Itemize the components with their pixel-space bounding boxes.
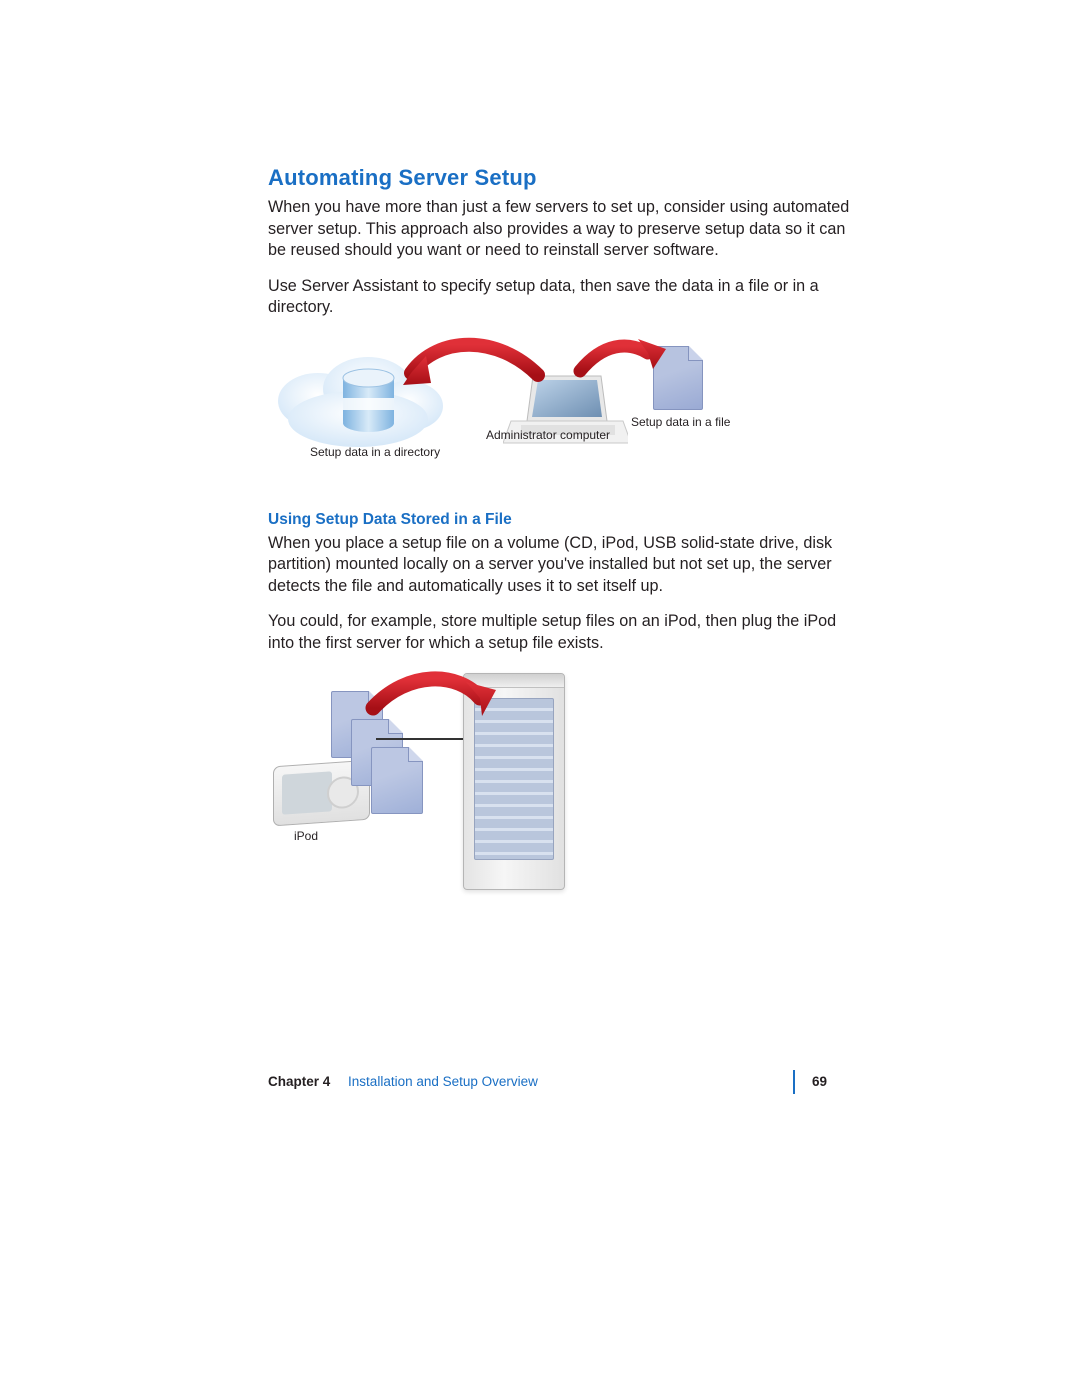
footer-divider bbox=[793, 1070, 795, 1094]
footer-title: Installation and Setup Overview bbox=[348, 1074, 538, 1089]
paragraph-file-2: You could, for example, store multiple s… bbox=[268, 611, 858, 654]
label-ipod: iPod bbox=[294, 829, 318, 843]
page-content: Automating Server Setup When you have mo… bbox=[268, 165, 858, 928]
label-setup-directory: Setup data in a directory bbox=[310, 445, 440, 459]
file-fold-corner-icon bbox=[688, 346, 703, 361]
heading-automating-server-setup: Automating Server Setup bbox=[268, 165, 858, 191]
database-icon bbox=[341, 368, 396, 433]
figure-ipod-to-server: iPod bbox=[268, 668, 858, 928]
heading-using-setup-data-file: Using Setup Data Stored in a File bbox=[268, 511, 858, 529]
paragraph-intro-2: Use Server Assistant to specify setup da… bbox=[268, 276, 858, 319]
footer-page-number: 69 bbox=[812, 1074, 827, 1089]
server-rack-icon bbox=[463, 673, 565, 890]
figure-setup-data-flow: Setup data in a directory Administrator … bbox=[268, 333, 858, 493]
label-admin-computer: Administrator computer bbox=[486, 428, 610, 442]
paragraph-intro-1: When you have more than just a few serve… bbox=[268, 197, 858, 262]
cable-icon bbox=[376, 738, 471, 740]
paragraph-file-1: When you place a setup file on a volume … bbox=[268, 533, 858, 598]
footer-chapter: Chapter 4 bbox=[268, 1074, 330, 1089]
label-setup-file: Setup data in a file bbox=[631, 415, 730, 429]
page-footer: Chapter 4 Installation and Setup Overvie… bbox=[268, 1074, 858, 1089]
file-icon bbox=[653, 346, 703, 410]
